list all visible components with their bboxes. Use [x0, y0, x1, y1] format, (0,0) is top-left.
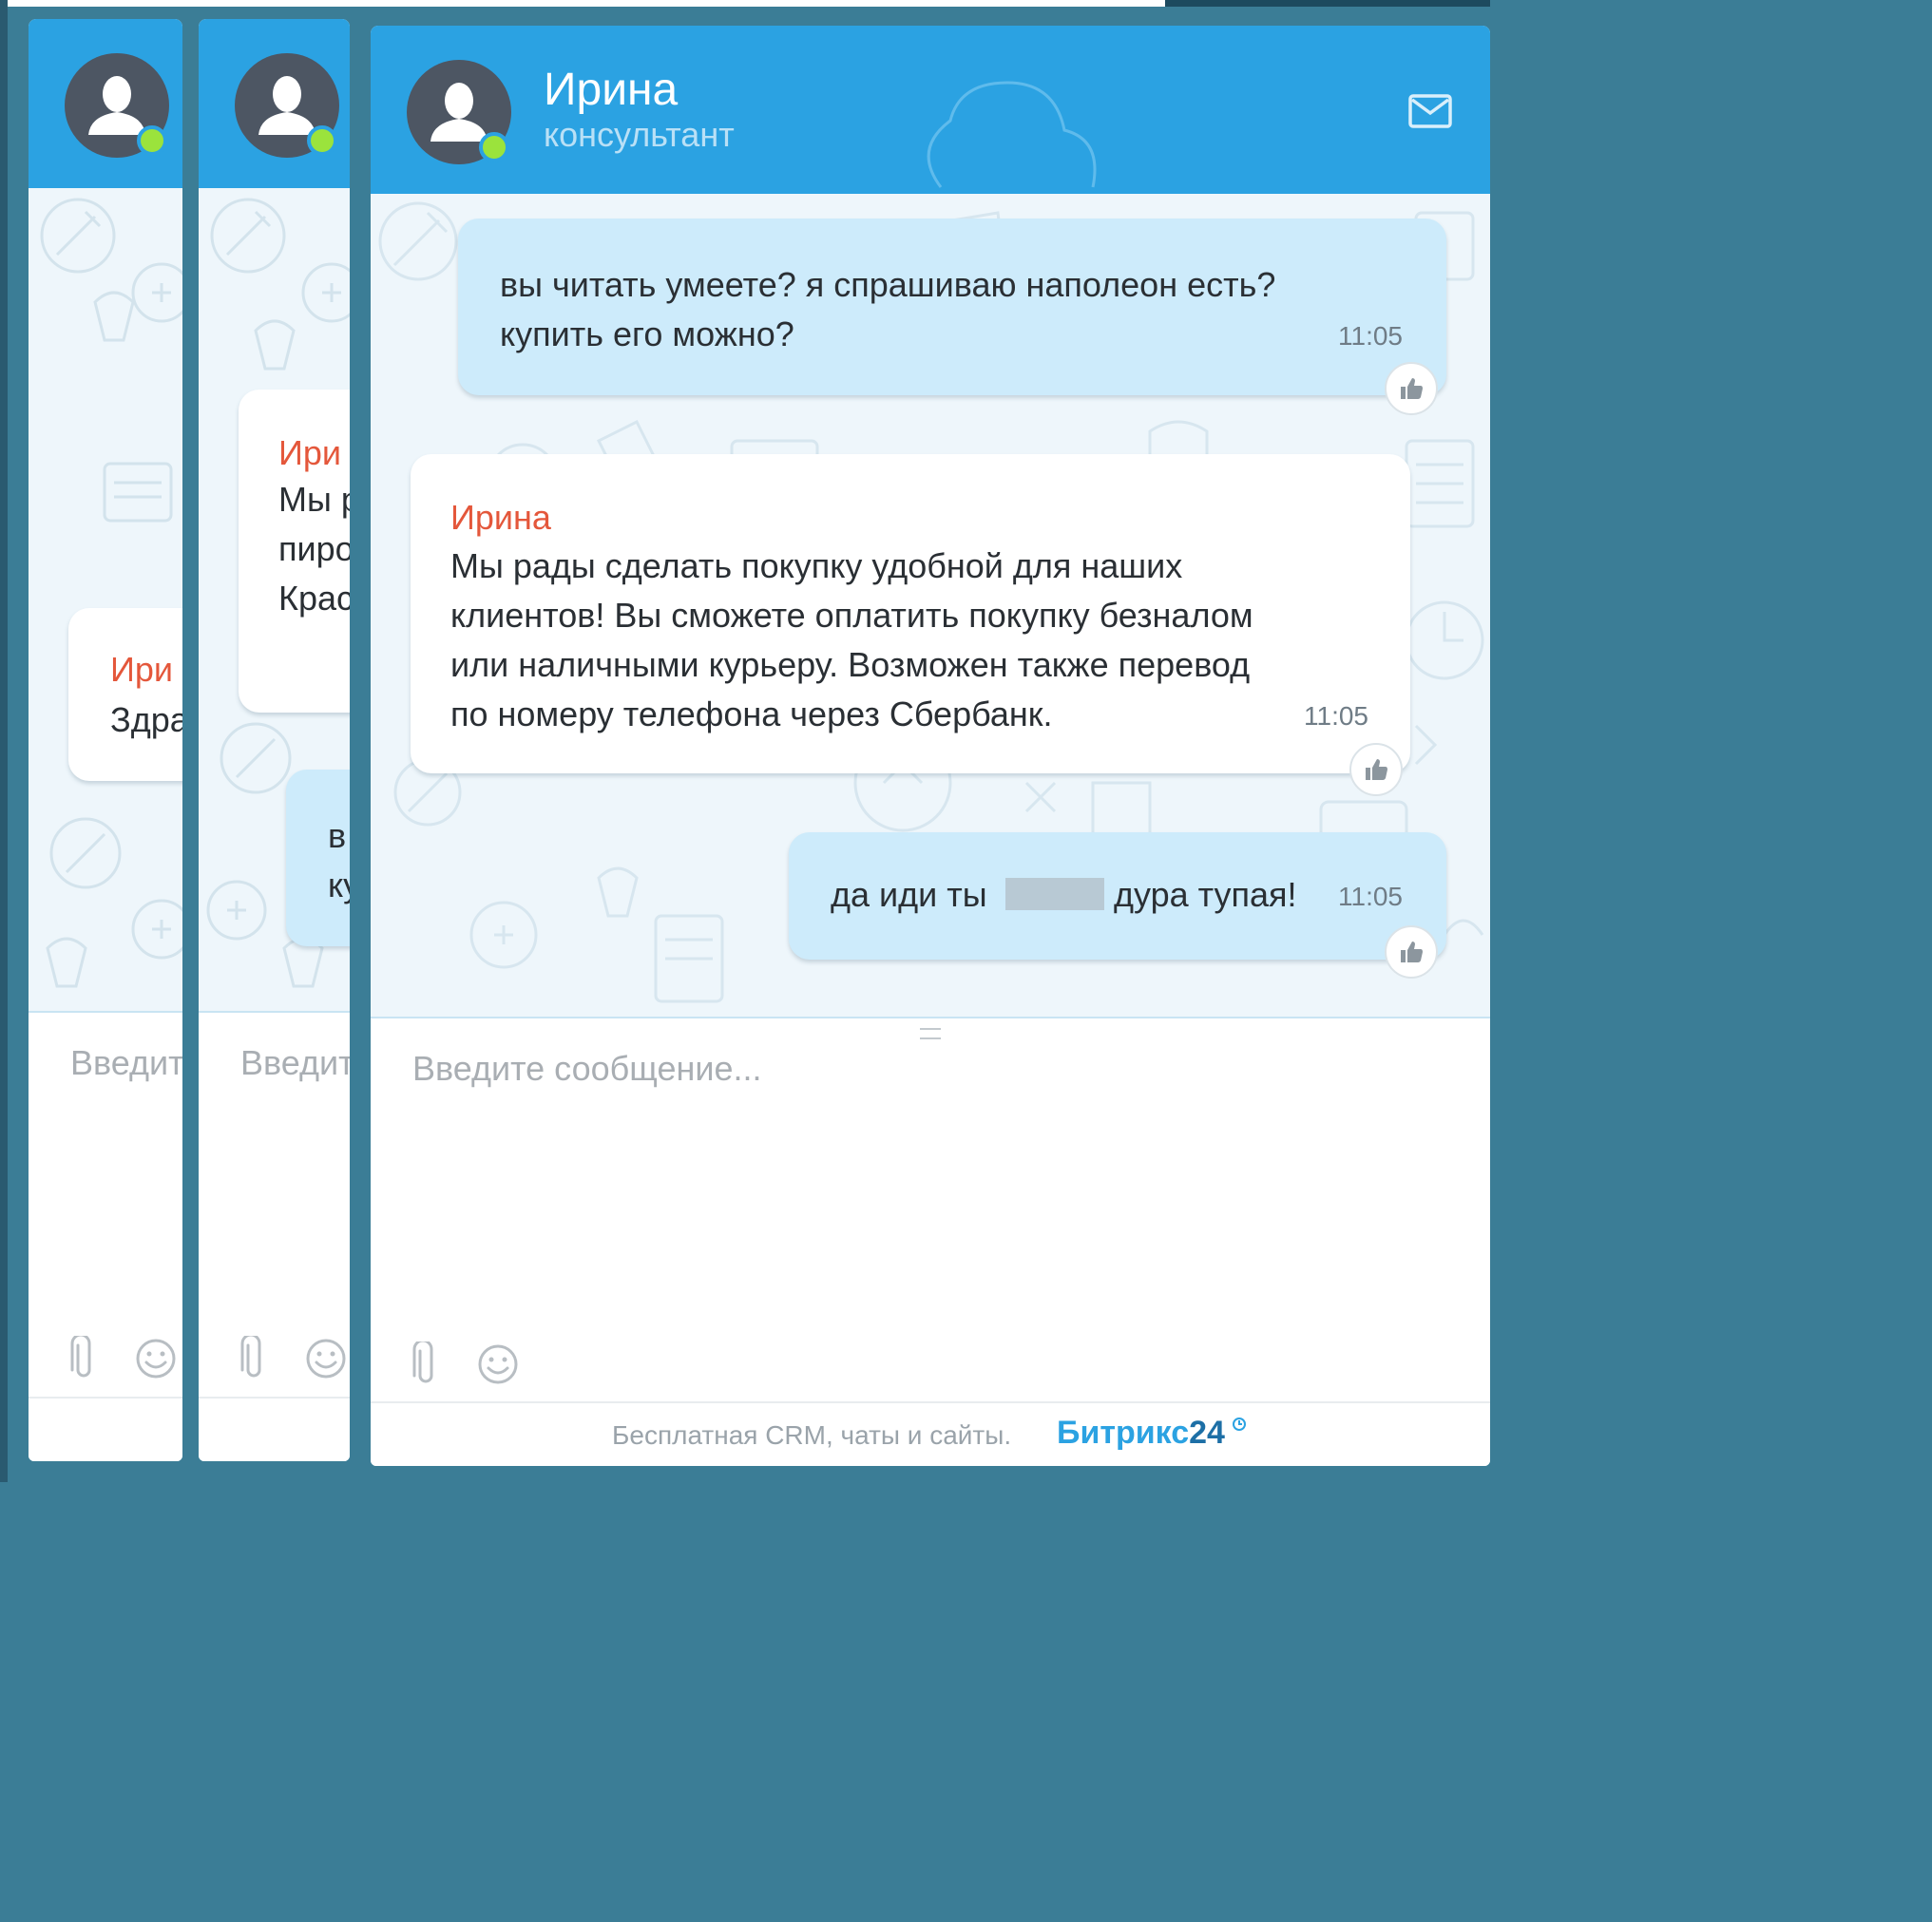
widget-footer — [29, 1397, 182, 1461]
message-text-line: купить его можно? — [500, 314, 794, 353]
message-input-area[interactable]: Введите сообщение... — [371, 1017, 1490, 1403]
operator-name: Ирина — [544, 65, 679, 115]
message-text-line: вы читать умеете? я спрашиваю наполеон е… — [500, 265, 1276, 304]
outgoing-message-bubble: в ку — [286, 770, 350, 946]
envelope-icon[interactable] — [1408, 94, 1452, 128]
message-author: Ирина — [450, 498, 551, 537]
incoming-message-bubble: Ири Здра — [68, 608, 182, 781]
message-text-line: в — [328, 816, 347, 855]
message-text-line: пиро — [278, 529, 350, 568]
smiley-icon[interactable] — [135, 1338, 177, 1380]
message-author: Ири — [110, 650, 174, 689]
chat-header — [29, 19, 182, 188]
message-text-line: ку — [328, 866, 350, 904]
paperclip-icon[interactable] — [68, 1336, 99, 1381]
message-text-line: Крас — [278, 579, 350, 618]
paperclip-icon[interactable] — [411, 1342, 441, 1387]
outgoing-message-bubble: вы читать умеете? я спрашиваю наполеон е… — [458, 219, 1446, 395]
like-button[interactable] — [1385, 362, 1438, 415]
widget-footer: Бесплатная CRM, чаты и сайты. Битрикс24 — [371, 1401, 1490, 1466]
message-time: 11:05 — [1304, 701, 1368, 731]
operator-avatar[interactable] — [407, 60, 511, 164]
message-text-before: да иди ты — [831, 875, 987, 914]
chat-header: Ирина консультант — [371, 26, 1490, 194]
message-input-placeholder: Введит — [70, 1043, 182, 1082]
message-text-after: дура тупая! — [1114, 875, 1297, 914]
widget-footer — [199, 1397, 350, 1461]
online-status-indicator — [479, 132, 509, 162]
message-time: 11:05 — [1338, 321, 1403, 351]
online-status-indicator — [307, 125, 337, 156]
message-input-area[interactable]: Введит — [29, 1011, 182, 1399]
avatar — [235, 53, 339, 158]
message-text-line: клиентов! Вы сможете оплатить покупку бе… — [450, 596, 1253, 635]
footer-text: Бесплатная CRM, чаты и сайты. — [612, 1420, 1012, 1450]
message-time: 11:05 — [1338, 882, 1403, 911]
like-button[interactable] — [1385, 925, 1438, 979]
outgoing-message-bubble: да иди ты дура тупая! 11:05 — [789, 832, 1446, 960]
message-text-line: Мы р — [278, 480, 350, 519]
message-text-line: по номеру телефона через Сбербанк. — [450, 695, 1053, 733]
desktop-top-strip — [0, 0, 1165, 7]
message-input-area[interactable]: Введит — [199, 1011, 350, 1399]
clock-icon — [1233, 1418, 1246, 1431]
chat-widget-main: Ирина консультант вы читать умеете? я сп… — [371, 26, 1490, 1466]
bitrix24-brand-link[interactable]: Битрикс24 — [1057, 1415, 1225, 1452]
message-text: Здра — [110, 700, 182, 739]
thumbs-up-icon — [1401, 378, 1423, 399]
desktop-left-edge — [0, 0, 8, 1482]
chat-messages-area: Ири Мы р пиро Крас в ку — [199, 188, 350, 1011]
paperclip-icon[interactable] — [239, 1336, 269, 1381]
redacted-text-block — [1005, 878, 1104, 910]
brand-number: 24 — [1189, 1415, 1225, 1451]
desktop-top-strip-dark — [1165, 0, 1490, 7]
chat-widget-background-2: Ири Мы р пиро Крас в ку Введит — [199, 19, 350, 1461]
brand-name: Битрикс — [1057, 1415, 1190, 1451]
header-cloud-decoration — [927, 81, 1097, 188]
incoming-message-bubble: Ирина Мы рады сделать покупку удобной дл… — [411, 454, 1410, 773]
message-input-placeholder: Введит — [240, 1043, 350, 1082]
doodle-pattern — [40, 198, 182, 988]
incoming-message-bubble: Ири Мы р пиро Крас — [239, 390, 350, 713]
message-input-placeholder: Введите сообщение... — [412, 1049, 762, 1088]
smiley-icon[interactable] — [305, 1338, 347, 1380]
operator-role: консультант — [544, 115, 735, 154]
chat-header — [199, 19, 350, 188]
message-text-line: или наличными курьеру. Возможен также пе… — [450, 645, 1251, 684]
chat-messages-area: вы читать умеете? я спрашиваю наполеон е… — [371, 194, 1490, 1017]
online-status-indicator — [137, 125, 167, 156]
message-text-line: Мы рады сделать покупку удобной для наши… — [450, 546, 1183, 585]
thumbs-up-icon — [1366, 759, 1387, 780]
smiley-icon[interactable] — [477, 1343, 519, 1385]
chat-messages-area: Ири Здра — [29, 188, 182, 1011]
avatar — [65, 53, 169, 158]
message-author: Ири — [278, 433, 342, 472]
resize-handle[interactable] — [920, 1028, 941, 1039]
chat-widget-background-1: Ири Здра Введит — [29, 19, 182, 1461]
like-button[interactable] — [1349, 743, 1403, 796]
thumbs-up-icon — [1401, 942, 1423, 962]
